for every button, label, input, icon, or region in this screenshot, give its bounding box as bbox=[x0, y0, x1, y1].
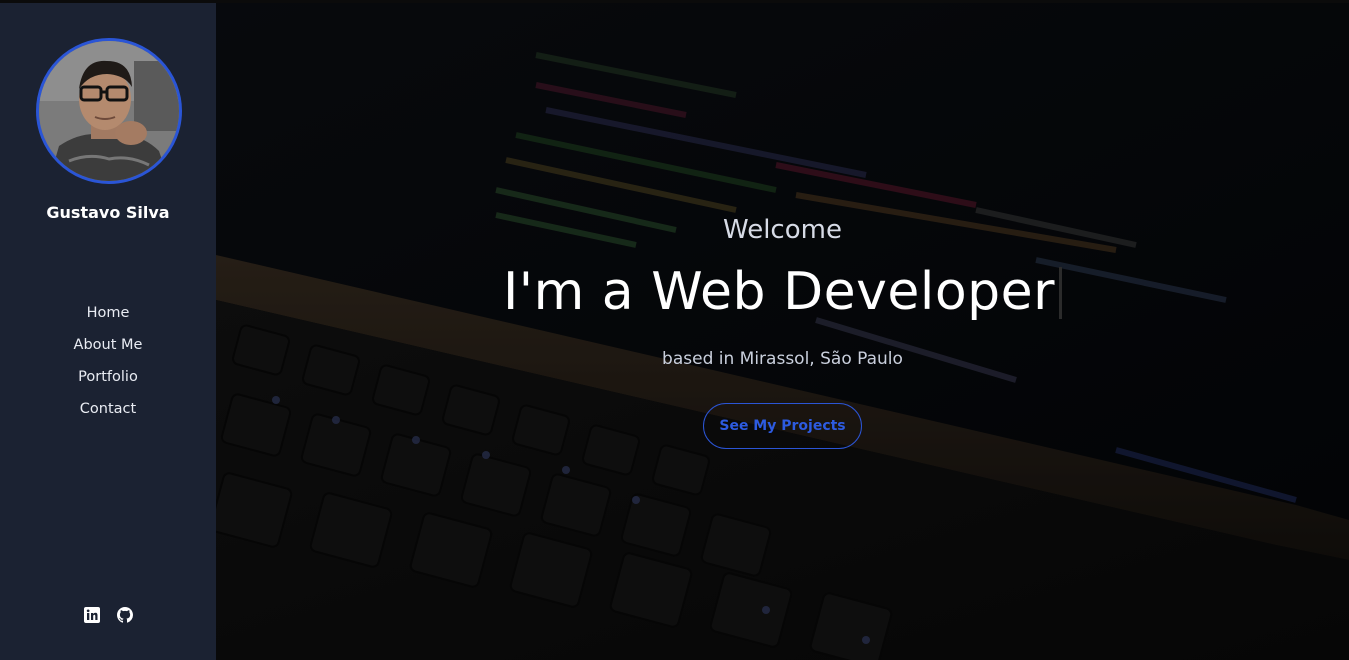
avatar bbox=[36, 38, 182, 184]
nav-item-contact[interactable]: Contact bbox=[0, 396, 216, 428]
see-projects-button[interactable]: See My Projects bbox=[703, 403, 862, 449]
hero-content: Welcome I'm a Web Developer based in Mir… bbox=[216, 0, 1349, 660]
nav-link-contact[interactable]: Contact bbox=[80, 401, 136, 417]
sidebar-nav: Home About Me Portfolio Contact bbox=[0, 300, 216, 428]
nav-item-about[interactable]: About Me bbox=[0, 332, 216, 364]
top-border bbox=[0, 0, 1349, 3]
nav-link-about[interactable]: About Me bbox=[74, 337, 143, 353]
nav-item-portfolio[interactable]: Portfolio bbox=[0, 364, 216, 396]
github-icon[interactable] bbox=[116, 607, 133, 623]
location-text: based in Mirassol, São Paulo bbox=[662, 349, 903, 369]
profile-name: Gustavo Silva bbox=[46, 203, 170, 222]
typing-cursor bbox=[1059, 267, 1063, 319]
hero-section: Welcome I'm a Web Developer based in Mir… bbox=[216, 0, 1349, 660]
welcome-text: Welcome bbox=[723, 215, 842, 245]
nav-link-home[interactable]: Home bbox=[87, 305, 130, 321]
sidebar: Gustavo Silva Home About Me Portfolio Co… bbox=[0, 0, 216, 660]
nav-link-portfolio[interactable]: Portfolio bbox=[78, 369, 138, 385]
nav-item-home[interactable]: Home bbox=[0, 300, 216, 332]
headline-prefix: I'm a bbox=[502, 262, 635, 322]
portfolio-page: Gustavo Silva Home About Me Portfolio Co… bbox=[0, 0, 1349, 660]
headline: I'm a Web Developer bbox=[216, 262, 1349, 322]
social-links bbox=[0, 607, 216, 623]
headline-role: Web Developer bbox=[651, 262, 1056, 322]
linkedin-icon[interactable] bbox=[83, 607, 100, 623]
